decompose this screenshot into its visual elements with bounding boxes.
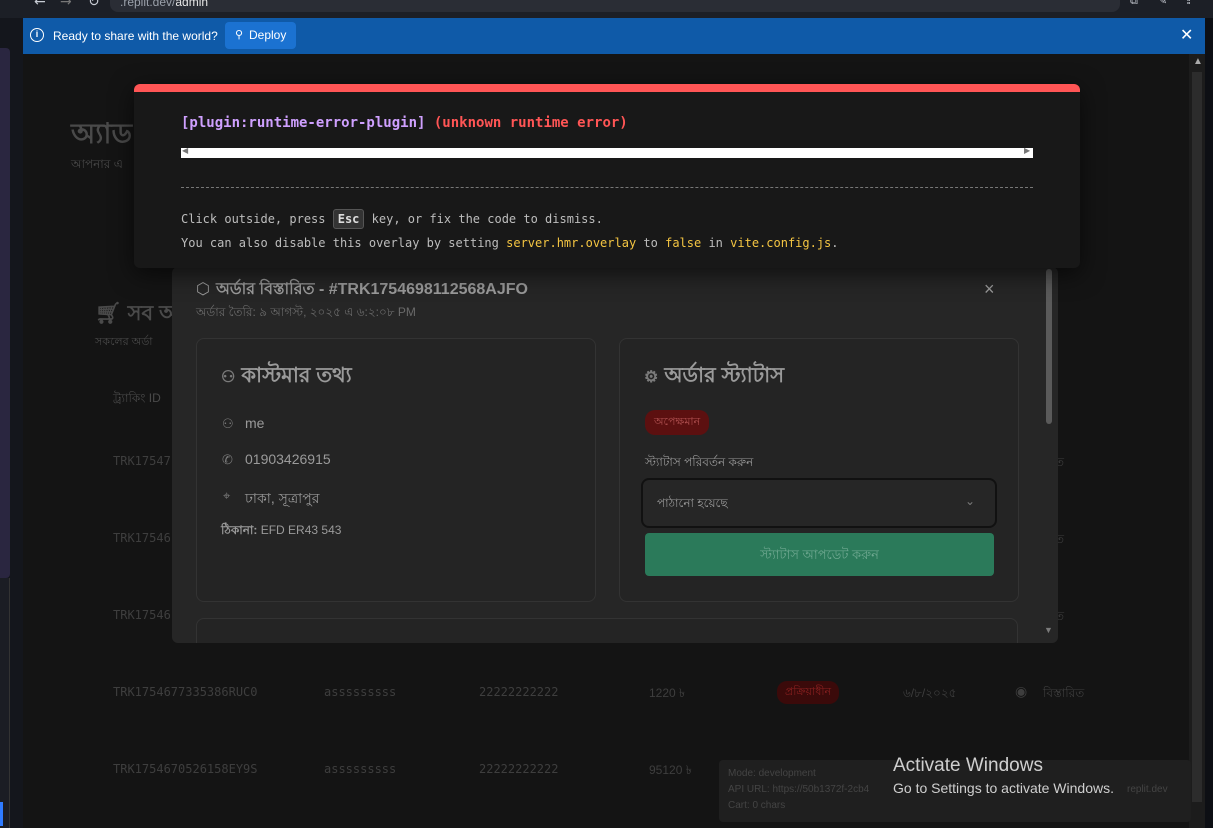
dev-mode: Mode: development bbox=[728, 768, 816, 779]
table-row-id: TRK1754670526158EY9S bbox=[113, 762, 258, 776]
user-icon: ⚇ bbox=[222, 416, 234, 431]
reload-icon[interactable]: ↻ bbox=[88, 0, 100, 10]
sidebar-panel-lower bbox=[0, 578, 10, 828]
table-row-phone: 22222222222 bbox=[479, 685, 559, 699]
order-details-modal: ⬡ অর্ডার বিস্তারিত - #TRK1754698112568AJF… bbox=[172, 267, 1058, 643]
status-badge: অপেক্ষমান bbox=[645, 410, 710, 435]
order-status-card: ⚙ অর্ডার স্ট্যাটাস অপেক্ষমান স্ট্যাটাস পর… bbox=[619, 338, 1019, 602]
eye-icon[interactable]: ◉ bbox=[1015, 683, 1027, 700]
modal-scrollbar-thumb[interactable] bbox=[1046, 269, 1052, 424]
error-message: (unknown runtime error) bbox=[433, 115, 628, 131]
table-row-amount: 1220 ৳ bbox=[649, 686, 686, 700]
close-banner-icon[interactable]: ✕ bbox=[1180, 25, 1193, 45]
page-scrollbar[interactable]: ▲ bbox=[1189, 54, 1205, 828]
customer-location: ঢাকা, সূত্রাপুর bbox=[245, 490, 320, 506]
dev-cart: Cart: 0 chars bbox=[728, 800, 786, 811]
cart-icon: 🛒︎ bbox=[95, 302, 122, 325]
column-header-tracking: ট্র্যাকিং ID bbox=[113, 391, 161, 405]
forward-icon[interactable]: → bbox=[60, 0, 72, 10]
url-text: .replit.dev/admin bbox=[120, 0, 209, 9]
esc-key: Esc bbox=[332, 209, 365, 229]
deploy-banner: i Ready to share with the world? ⚲ Deplo… bbox=[23, 18, 1205, 54]
status-select[interactable]: পাঠানো হয়েছে ⌄ bbox=[641, 478, 997, 528]
active-indicator bbox=[0, 802, 3, 826]
left-sidebar-strip bbox=[0, 18, 23, 828]
deploy-button[interactable]: ⚲ Deploy bbox=[225, 22, 296, 49]
location-pin-icon: ⌖ bbox=[223, 488, 231, 503]
table-row-name: asssssssss bbox=[324, 685, 397, 699]
deploy-icon: ⚲ bbox=[235, 29, 244, 41]
table-row-name: asssssssss bbox=[324, 762, 397, 776]
dev-api-url: API URL: https://50b1372f-2cb4 bbox=[728, 784, 870, 795]
error-overlay[interactable]: [plugin:runtime-error-plugin] (unknown r… bbox=[134, 84, 1080, 268]
disable-tip: You can also disable this overlay by set… bbox=[181, 236, 839, 250]
update-status-button[interactable]: স্ট্যাটাস আপডেট করুন bbox=[645, 533, 994, 576]
row-action[interactable]: বিস্তারিত bbox=[1043, 685, 1084, 705]
table-row-id: TRK1754677335386RUC0 bbox=[113, 685, 258, 699]
scroll-left-icon[interactable]: ◀ bbox=[182, 146, 188, 155]
customer-address: ঠিকানা: EFD ER43 543 bbox=[221, 523, 342, 537]
scrollbar-thumb[interactable] bbox=[1192, 72, 1202, 802]
plugin-name: [plugin:runtime-error-plugin] bbox=[181, 115, 426, 131]
page-title: অ্যাড bbox=[71, 118, 133, 149]
banner-message: Ready to share with the world? bbox=[53, 29, 218, 43]
modal-title: ⬡ অর্ডার বিস্তারিত - #TRK1754698112568AJF… bbox=[196, 281, 528, 298]
dev-api-url-tail: replit.dev bbox=[1127, 784, 1168, 795]
scroll-down-icon[interactable]: ▼ bbox=[1044, 625, 1053, 635]
modal-subtitle: অর্ডার তৈরি: ৯ আগস্ট, ২০২৫ এ ৬:২:০৮ PM bbox=[196, 305, 416, 319]
sidebar-panel bbox=[0, 48, 10, 578]
table-row-id: TRK17546 bbox=[113, 531, 171, 545]
customer-phone: 01903426915 bbox=[245, 451, 331, 467]
table-row-id: TRK17547 bbox=[113, 454, 171, 468]
table-row-phone: 22222222222 bbox=[479, 762, 559, 776]
table-row-id: TRK17546 bbox=[113, 608, 171, 622]
page-subtitle: আপনার এ bbox=[71, 157, 123, 171]
back-icon[interactable]: ← bbox=[34, 0, 46, 10]
address-bar[interactable] bbox=[110, 0, 1120, 12]
info-icon: i bbox=[30, 28, 44, 42]
scroll-right-icon[interactable]: ▶ bbox=[1024, 146, 1030, 155]
error-title: [plugin:runtime-error-plugin] (unknown r… bbox=[181, 115, 628, 131]
deploy-label: Deploy bbox=[249, 28, 287, 42]
table-row-date: ৬/৮/২০২৫ bbox=[903, 686, 957, 700]
tab-manager-icon[interactable]: ⧉ bbox=[1130, 0, 1138, 8]
tools-icon[interactable]: ✎ bbox=[1158, 0, 1167, 7]
customer-heading: ⚇ কাস্টমার তথ্য bbox=[221, 364, 352, 387]
status-badge: প্রক্রিয়াধীন bbox=[777, 681, 840, 704]
section-subtitle: সকলের অর্ডা bbox=[95, 336, 153, 348]
dismiss-tip: Click outside, press Esc key, or fix the… bbox=[181, 209, 603, 229]
gear-icon: ⚙ bbox=[644, 369, 659, 386]
browser-toolbar: ← → ↻ .replit.dev/admin ⧉ ✎ ⇪ bbox=[0, 0, 1213, 18]
order-items-card bbox=[196, 618, 1018, 643]
package-icon: ⬡ bbox=[196, 281, 210, 298]
error-frame[interactable]: ◀ ▶ bbox=[181, 146, 1033, 158]
windows-watermark-title: Activate Windows bbox=[893, 755, 1043, 776]
status-heading: ⚙ অর্ডার স্ট্যাটাস bbox=[644, 364, 785, 387]
customer-name: me bbox=[245, 415, 265, 431]
modal-close-icon[interactable]: × bbox=[984, 279, 995, 300]
table-row-amount: 95120 ৳ bbox=[649, 763, 692, 777]
users-icon: ⚇ bbox=[221, 369, 236, 386]
scroll-up-icon[interactable]: ▲ bbox=[1193, 56, 1203, 67]
status-select-value: পাঠানো হয়েছে bbox=[657, 496, 728, 510]
modal-scrollbar[interactable]: ▼ bbox=[1044, 267, 1054, 643]
customer-info-card: ⚇ কাস্টমার তথ্য ⚇ me ✆ 01903426915 ⌖ ঢাকা… bbox=[196, 338, 596, 602]
chevron-down-icon: ⌄ bbox=[965, 494, 976, 508]
status-change-label: স্ট্যাটাস পরিবর্তন করুন bbox=[645, 455, 754, 469]
windows-watermark-subtitle: Go to Settings to activate Windows. bbox=[893, 780, 1114, 796]
share-icon[interactable]: ⇪ bbox=[1184, 0, 1193, 7]
phone-icon: ✆ bbox=[222, 452, 233, 467]
divider bbox=[181, 187, 1033, 188]
section-title: 🛒︎ সব অ bbox=[95, 302, 178, 325]
